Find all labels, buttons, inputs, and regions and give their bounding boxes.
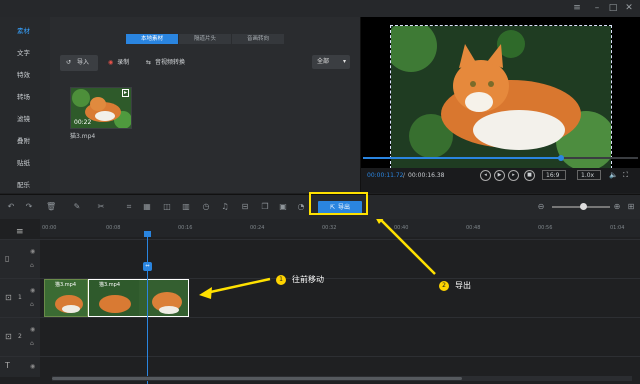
scrollbar-thumb[interactable] [52,377,462,380]
speed-select[interactable]: 1.0x [577,170,601,180]
zoom-slider[interactable] [552,203,610,210]
preview-progress-fill [363,157,560,159]
cut-icon[interactable]: ✂ [96,202,106,212]
export-highlight-box [309,192,368,215]
mosaic-icon[interactable]: ▦ [142,202,152,212]
total-time: 00:00:16.38 [408,172,445,179]
import-icon: ↺ [66,59,72,66]
preview-panel [361,17,640,193]
play-icon[interactable]: ▶ [494,170,505,181]
record-button[interactable]: ◉ 录制 [108,55,129,71]
media-panel: 本地素材 隔道片头 音画转向 ↺ 导入 ◉ 录制 ⇆ 音视频转换 全部 ▾ 00:22… [50,17,361,193]
aspect-value: 16:9 [546,172,560,179]
tab-audio-visual[interactable]: 音画转向 [232,34,284,44]
annotation-number-1: 1 [276,275,286,285]
zoom-handle[interactable] [580,203,587,210]
delete-icon[interactable]: 🗑 [46,202,56,212]
record-icon: ◉ [108,59,114,66]
badge-new-icon[interactable]: ◔ [296,202,306,212]
zoom-out-icon[interactable]: ⊖ [536,202,546,212]
menu-icon[interactable]: ≡ [570,2,584,14]
volume-icon[interactable]: 🔈 [609,171,618,179]
current-time: 00:00:11.72 [367,172,404,179]
title-bar: ≡ – □ ✕ [0,0,640,17]
annotation-arrow-1 [199,219,436,299]
edit-icon[interactable]: ✎ [72,202,82,212]
annotation-text-2: 导出 [455,281,471,290]
convert-button[interactable]: ⇆ 音视频转换 [146,55,185,71]
copy-icon[interactable]: ❐ [260,202,270,212]
mic-icon[interactable]: ♫ [220,202,230,212]
import-button[interactable]: ↺ 导入 [60,55,98,71]
clip-filename: 猫3.mp4 [70,133,96,140]
edit-toolbar: ↶ ↷ 🗑 ✎ ✂ ⌗ ▦ ◫ ▥ ◷ ♫ ⊟ ❐ ▣ ◔ ⇱ 导出 ⊖ ⊕ ⊞ [0,192,640,220]
record-label: 录制 [117,59,130,66]
timeline: ≡ 00:00 00:08 00:16 00:24 00:32 00:40 00… [0,219,640,384]
speed-icon[interactable]: ◷ [201,202,211,212]
filter-value: 全部 [317,58,330,65]
freeze-frame-icon[interactable]: ◫ [162,202,172,212]
import-label: 导入 [77,59,90,66]
clip-duration: 00:22 [74,119,92,126]
speed-value: 1.0x [581,172,595,179]
convert-label: 音视频转换 [155,59,186,66]
fullscreen-icon[interactable]: ⛶ [623,171,628,180]
redo-icon[interactable]: ↷ [24,202,34,212]
sidebar-item-transitions[interactable]: 转场 [0,86,50,108]
aspect-select[interactable]: 16:9 [542,170,566,180]
sidebar-item-music[interactable]: 配乐 [0,174,50,196]
annotation-text-1: 往前移动 [292,275,324,284]
sidebar-item-material[interactable]: 素材 [0,20,50,42]
sidebar-item-filters[interactable]: 滤镜 [0,108,50,130]
sidebar-item-overlay[interactable]: 叠附 [0,130,50,152]
preview-controls: 00:00:11.72 / 00:00:16.38 ◂ ▶ ▸ ■ 16:9 1… [361,168,640,193]
tab-intro[interactable]: 隔道片头 [179,34,231,44]
sidebar-item-effects[interactable]: 特效 [0,64,50,86]
chevron-down-icon: ▾ [342,58,346,65]
filter-select[interactable]: 全部 ▾ [312,55,350,69]
crop-icon[interactable]: ⌗ [124,202,134,212]
minimize-icon[interactable]: – [590,2,604,14]
timeline-scrollbar[interactable] [52,376,632,381]
video-type-icon: ▸ [121,89,129,97]
stop-icon[interactable]: ■ [524,170,535,181]
maximize-icon[interactable]: □ [606,2,620,14]
audio-icon[interactable]: ▥ [181,202,191,212]
time-separator: / [403,172,406,179]
annotation-number-2: 2 [439,281,449,291]
step-forward-icon[interactable]: ▸ [508,170,519,181]
sidebar: 素材 文字 特效 转场 滤镜 叠附 贴纸 配乐 [0,17,50,193]
preview-frame[interactable] [390,25,612,169]
split-icon[interactable]: ⊟ [240,202,250,212]
media-clip-thumbnail[interactable]: 00:22 ▸ [70,87,132,129]
screenshot-icon[interactable]: ▣ [278,202,288,212]
fit-icon[interactable]: ⊞ [626,202,636,212]
preview-progress-track[interactable] [363,155,638,161]
zoom-in-icon[interactable]: ⊕ [612,202,622,212]
step-back-icon[interactable]: ◂ [480,170,491,181]
preview-progress-handle[interactable] [558,155,564,161]
cat-preview-image [391,26,611,168]
sidebar-item-stickers[interactable]: 贴纸 [0,152,50,174]
tab-local-media[interactable]: 本地素材 [126,34,178,44]
close-icon[interactable]: ✕ [622,2,636,14]
sidebar-item-text[interactable]: 文字 [0,42,50,64]
convert-icon: ⇆ [146,59,152,66]
undo-icon[interactable]: ↶ [6,202,16,212]
